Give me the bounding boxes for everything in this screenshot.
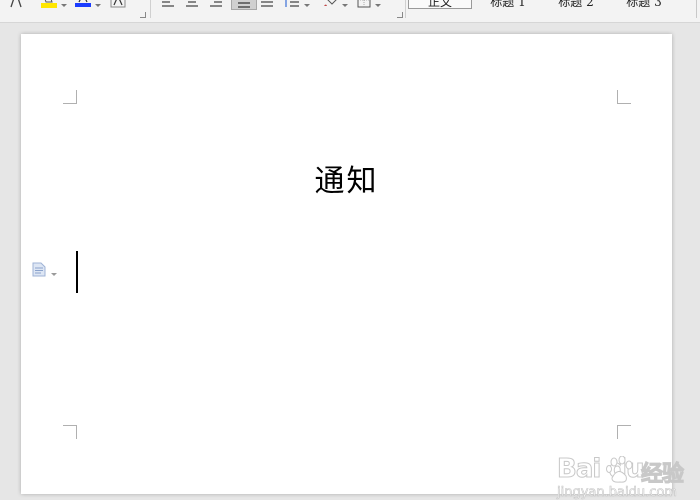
shading-icon[interactable] bbox=[322, 0, 340, 8]
group-divider bbox=[150, 0, 151, 18]
highlight-color-icon[interactable] bbox=[40, 0, 58, 8]
styles-gallery-scroll-edge bbox=[696, 0, 697, 18]
document-page[interactable]: 通知 Bai du 经验 jingyan.baidu.com bbox=[21, 34, 685, 500]
distributed-icon[interactable] bbox=[259, 0, 275, 8]
font-color-icon[interactable] bbox=[74, 0, 92, 8]
chevron-down-icon[interactable] bbox=[94, 0, 102, 8]
align-left-icon[interactable] bbox=[160, 0, 176, 8]
line-spacing-icon[interactable] bbox=[283, 0, 301, 8]
crop-mark-bottom-right bbox=[617, 425, 631, 439]
style-heading-2[interactable]: 标题 2 bbox=[544, 0, 608, 9]
crop-mark-top-left bbox=[63, 90, 77, 104]
document-icon bbox=[32, 262, 46, 281]
styles-gallery: 正文 标题 1 标题 2 标题 3 bbox=[408, 0, 696, 10]
justify-icon[interactable] bbox=[231, 0, 257, 10]
style-normal[interactable]: 正文 bbox=[408, 0, 472, 9]
chevron-down-icon bbox=[51, 262, 57, 281]
watermark-url: jingyan.baidu.com bbox=[557, 485, 678, 500]
char-shading-icon[interactable] bbox=[109, 0, 127, 8]
chevron-down-icon[interactable] bbox=[303, 0, 311, 8]
document-title[interactable]: 通知 bbox=[21, 156, 672, 200]
watermark-brand-suffix: 经验 bbox=[640, 462, 684, 488]
clear-format-icon[interactable] bbox=[8, 0, 24, 8]
chevron-down-icon[interactable] bbox=[341, 0, 349, 8]
text-cursor bbox=[76, 251, 78, 293]
baidu-jingyan-watermark: Bai du 经验 jingyan.baidu.com bbox=[556, 454, 687, 500]
word-processor-window: 正文 标题 1 标题 2 标题 3 通知 Bai du 经验 jingyan.b… bbox=[0, 0, 700, 500]
crop-mark-top-right bbox=[617, 90, 631, 104]
paw-icon bbox=[604, 455, 638, 488]
style-heading-1[interactable]: 标题 1 bbox=[476, 0, 540, 9]
style-heading-3[interactable]: 标题 3 bbox=[612, 0, 676, 9]
paragraph-group-launcher-icon[interactable] bbox=[397, 12, 403, 18]
font-group-launcher-icon[interactable] bbox=[140, 12, 146, 18]
align-right-icon[interactable] bbox=[208, 0, 224, 8]
ribbon-toolbar: 正文 标题 1 标题 2 标题 3 bbox=[0, 0, 700, 23]
chevron-down-icon[interactable] bbox=[60, 0, 68, 8]
group-divider bbox=[405, 0, 406, 18]
paragraph-layout-button[interactable] bbox=[32, 262, 60, 281]
chevron-down-icon[interactable] bbox=[374, 0, 382, 8]
borders-icon[interactable] bbox=[355, 0, 373, 8]
watermark-logo: Bai du bbox=[556, 454, 644, 485]
align-center-icon[interactable] bbox=[184, 0, 200, 8]
crop-mark-bottom-left bbox=[63, 425, 77, 439]
